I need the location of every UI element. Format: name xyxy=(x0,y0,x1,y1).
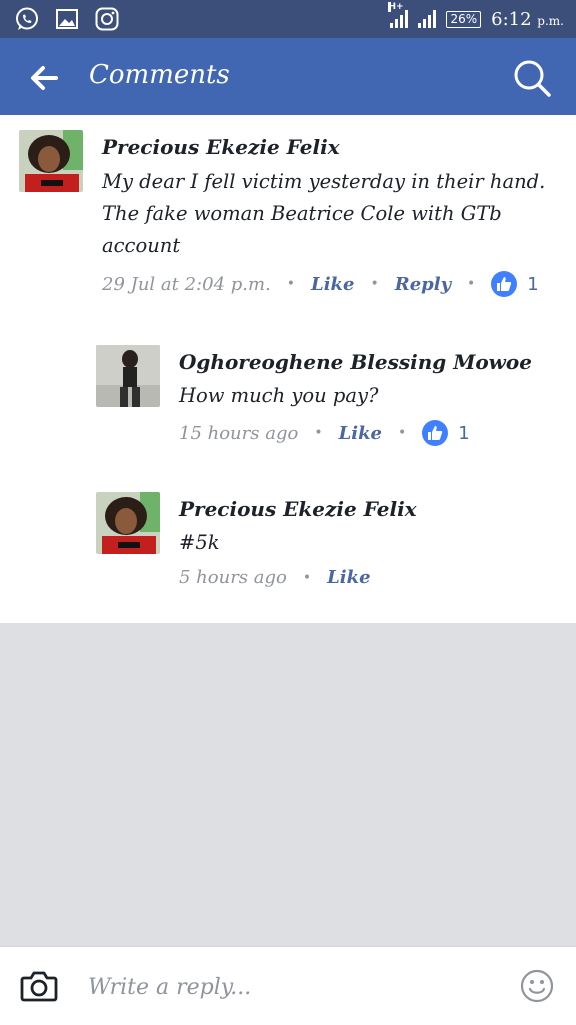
clock: 6:12 p.m. xyxy=(491,9,564,30)
reply-comment: Oghoreoghene Blessing Mowoe How much you… xyxy=(0,335,576,465)
separator-dot: • xyxy=(286,276,296,292)
comment-timestamp: 5 hours ago xyxy=(179,567,287,588)
mobile-signal-icon: H+ xyxy=(388,2,409,28)
back-button[interactable] xyxy=(26,60,62,96)
like-reaction-icon[interactable] xyxy=(422,420,449,446)
clock-time: 6:12 xyxy=(491,8,532,30)
search-button[interactable] xyxy=(512,58,552,98)
comment-meta: 5 hours ago • Like xyxy=(179,567,371,588)
page-title: Comments xyxy=(89,60,230,90)
whatsapp-icon xyxy=(14,6,40,32)
comment-meta: 15 hours ago • Like • 1 xyxy=(179,420,470,446)
comment-text: How much you pay? xyxy=(179,384,379,407)
separator-dot: • xyxy=(398,425,407,441)
camera-icon xyxy=(20,971,58,1002)
comment-text: #5k xyxy=(179,531,220,554)
app-bar: Comments xyxy=(0,38,576,115)
like-count[interactable]: 1 xyxy=(458,423,469,444)
separator-dot: • xyxy=(370,276,379,292)
gallery-icon xyxy=(54,6,80,32)
reply-composer xyxy=(0,946,576,1025)
like-count[interactable]: 1 xyxy=(527,274,538,295)
clock-suffix: p.m. xyxy=(537,13,564,28)
avatar[interactable] xyxy=(19,130,83,192)
comment-timestamp: 29 Jul at 2:04 p.m. xyxy=(102,273,271,295)
separator-dot: • xyxy=(467,276,476,292)
separator-dot: • xyxy=(302,569,312,586)
separator-dot: • xyxy=(314,425,323,441)
like-button[interactable]: Like xyxy=(339,423,382,444)
battery-indicator: 26% xyxy=(446,10,482,28)
signal-strength-icon xyxy=(418,10,437,28)
reply-comment: Precious Ekezie Felix #5k 5 hours ago • … xyxy=(0,485,576,605)
emoji-icon xyxy=(520,969,554,1003)
reply-input[interactable] xyxy=(88,967,488,1007)
comment-meta: 29 Jul at 2:04 p.m. • Like • Reply • 1 xyxy=(102,271,539,297)
instagram-icon xyxy=(94,6,120,32)
back-arrow-icon xyxy=(31,66,58,90)
like-button[interactable]: Like xyxy=(311,274,354,295)
search-icon xyxy=(514,60,551,97)
emoji-button[interactable] xyxy=(520,969,554,1003)
status-bar: H+ 26% 6:12 p.m. xyxy=(0,0,576,38)
reply-button[interactable]: Reply xyxy=(395,274,451,295)
comment-author[interactable]: Precious Ekezie Felix xyxy=(102,135,340,159)
avatar[interactable] xyxy=(96,492,160,554)
comment-timestamp: 15 hours ago xyxy=(179,422,299,444)
comment-author[interactable]: Precious Ekezie Felix xyxy=(179,497,417,521)
network-type-label: H+ xyxy=(388,2,404,12)
camera-button[interactable] xyxy=(20,969,58,1003)
comment-author[interactable]: Oghoreoghene Blessing Mowoe xyxy=(179,350,532,374)
comment: Precious Ekezie Felix My dear I fell vic… xyxy=(0,115,576,315)
comments-list: Precious Ekezie Felix My dear I fell vic… xyxy=(0,115,576,623)
like-button[interactable]: Like xyxy=(327,567,370,588)
comment-text: My dear I fell victim yesterday in their… xyxy=(102,170,546,257)
like-reaction-icon[interactable] xyxy=(491,271,518,297)
avatar[interactable] xyxy=(96,345,160,407)
